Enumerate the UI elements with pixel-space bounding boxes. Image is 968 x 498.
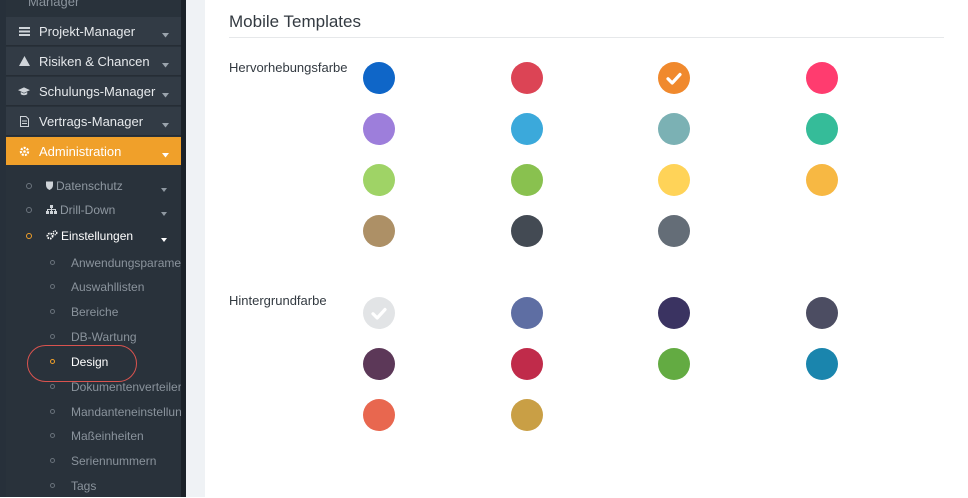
color-swatch[interactable] [658,62,690,94]
bullet-icon [26,183,32,189]
sidebar-leaf-tags[interactable]: Tags [6,473,181,498]
sidebar-leaf-label: Anwendungsparameter [71,255,181,270]
sidebar-item-administration[interactable]: Administration [6,137,181,165]
color-swatch[interactable] [511,62,543,94]
bullet-icon [50,433,55,438]
chevron-down-icon [161,205,167,219]
main-content: Mobile Templates Hervorhebungsfarbe Hint… [205,0,968,497]
sidebar-item-label: Projekt-Manager [39,23,136,39]
sidebar-item-label: Administration [39,143,122,159]
color-swatch[interactable] [363,348,395,380]
sidebar-subitem-label: Drill-Down [60,203,116,217]
warning-icon [18,56,30,66]
sidebar-gutter [186,0,205,497]
bullet-icon [50,483,55,488]
color-swatch[interactable] [511,399,543,431]
color-swatch[interactable] [806,297,838,329]
sidebar-leaf-seriennummern[interactable]: Seriennummern [6,448,181,473]
color-swatch[interactable] [363,62,395,94]
sidebar-leaf-label: Mandanteneinstellungen [71,404,181,419]
sidebar-subitem-datenschutz[interactable]: Datenschutz [6,174,181,198]
sidebar-subitem-label: Einstellungen [61,229,134,243]
gears-icon [46,229,58,243]
color-swatch[interactable] [511,113,543,145]
bullet-icon [26,207,32,213]
chevron-down-icon [162,116,169,131]
highlight-color-label: Hervorhebungsfarbe [229,60,348,75]
sitemap-icon [46,203,57,217]
sidebar-item-risiken-chancen[interactable]: Risiken & Chancen [6,47,181,76]
sidebar-item-projekt-manager[interactable]: Projekt-Manager [6,17,181,46]
color-swatch[interactable] [658,348,690,380]
bullet-icon [50,458,55,463]
sidebar-leaf-mandanteneinstellungen[interactable]: Mandanteneinstellungen [6,399,181,424]
chevron-down-icon [161,181,167,195]
color-swatch[interactable] [658,297,690,329]
chevron-down-icon [162,146,169,161]
bullet-icon [50,284,55,289]
color-swatch[interactable] [363,215,395,247]
sidebar-item-label: Risiken & Chancen [39,53,150,69]
color-swatch[interactable] [658,215,690,247]
sidebar-leaf-label: Tags [71,478,97,493]
color-swatch[interactable] [363,164,395,196]
sidebar-item-cut[interactable]: Manager [28,0,79,9]
color-swatch[interactable] [363,399,395,431]
bullet-icon [50,309,55,314]
checkmark-icon [666,72,682,85]
sidebar-leaf-label: DB-Wartung [71,329,137,344]
sidebar-leaf-masseinheiten[interactable]: Maßeinheiten [6,423,181,448]
sidebar-item-label: Vertrags-Manager [39,113,144,129]
list-icon [18,26,30,36]
color-swatch[interactable] [806,348,838,380]
color-swatch[interactable] [806,164,838,196]
background-color-label: Hintergrundfarbe [229,293,327,308]
sidebar-subitem-label: Datenschutz [56,179,123,193]
color-swatch[interactable] [511,297,543,329]
sidebar-leaf-label: Bereiche [71,304,119,319]
checkmark-icon [371,307,387,320]
color-swatch[interactable] [363,297,395,329]
sidebar-item-label: Schulungs-Manager [39,83,156,99]
color-swatch[interactable] [806,62,838,94]
bullet-icon [26,233,32,239]
sidebar-item-vertrags-manager[interactable]: Vertrags-Manager [6,107,181,136]
design-highlight-annotation [27,345,137,382]
color-swatch[interactable] [511,348,543,380]
document-icon [18,115,30,127]
shield-icon [46,179,53,193]
color-swatch[interactable] [658,164,690,196]
chevron-down-icon [162,86,169,101]
sidebar-leaf-label: Auswahllisten [71,279,145,294]
page-title: Mobile Templates [229,12,361,31]
gear-icon [18,146,30,157]
color-swatch[interactable] [363,113,395,145]
color-swatch[interactable] [511,164,543,196]
sidebar-item-schulungs-manager[interactable]: Schulungs-Manager [6,77,181,106]
sidebar-leaf-anwendungsparameter[interactable]: Anwendungsparameter [6,250,181,275]
chevron-down-icon [162,26,169,41]
sidebar-leaf-label: Maßeinheiten [71,428,144,443]
title-divider [229,37,944,38]
graduation-cap-icon [18,86,30,96]
sidebar-leaf-label: Seriennummern [71,453,157,468]
color-swatch[interactable] [658,113,690,145]
chevron-down-icon [162,56,169,71]
color-swatch[interactable] [806,113,838,145]
sidebar-leaf-auswahllisten[interactable]: Auswahllisten [6,274,181,299]
bullet-icon [50,260,55,265]
sidebar-leaf-bereiche[interactable]: Bereiche [6,299,181,324]
bullet-icon [50,409,55,414]
sidebar-subitem-einstellungen[interactable]: Einstellungen [6,224,181,248]
bullet-icon [50,384,55,389]
chevron-down-icon [161,231,167,245]
color-swatch[interactable] [511,215,543,247]
bullet-icon [50,334,55,339]
sidebar-subitem-drill-down[interactable]: Drill-Down [6,198,181,222]
